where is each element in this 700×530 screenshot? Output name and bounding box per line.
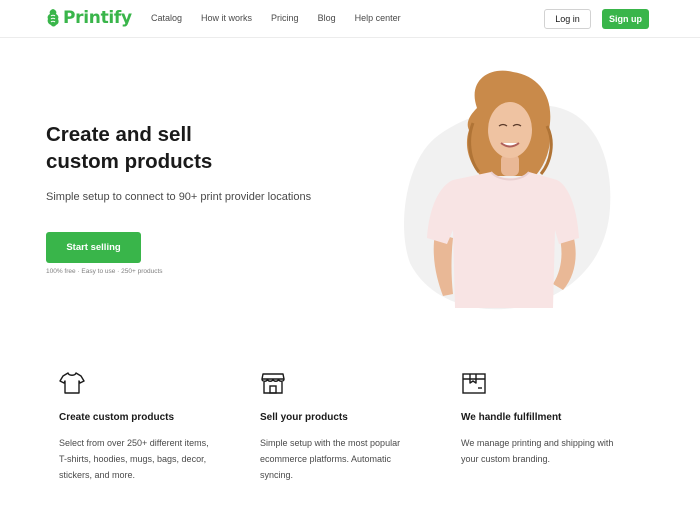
- login-button[interactable]: Log in: [544, 9, 591, 29]
- feature-description-line: syncing.: [260, 470, 294, 480]
- hero-note: 100% free · Easy to use · 250+ products: [46, 268, 163, 275]
- hero-model-image: [403, 70, 611, 310]
- nav-help-center[interactable]: Help center: [355, 13, 401, 23]
- nav-blog[interactable]: Blog: [318, 13, 336, 23]
- feature-title: We handle fulfillment: [461, 412, 562, 423]
- feature-description: Simple setup with the most popular ecomm…: [260, 435, 450, 483]
- hero-title: Create and sell custom products: [46, 121, 306, 175]
- feature-fulfillment: We handle fulfillment We manage printing…: [461, 370, 651, 467]
- feature-sell: Sell your products Simple setup with the…: [260, 370, 450, 483]
- start-selling-button[interactable]: Start selling: [46, 232, 141, 263]
- storefront-icon: [261, 373, 285, 394]
- feature-description-line: Simple setup with the most popular: [260, 438, 401, 448]
- nav-how-it-works[interactable]: How it works: [201, 13, 252, 23]
- top-header: Printify Catalog How it works Pricing Bl…: [0, 0, 700, 38]
- logo-text: Printify: [63, 8, 132, 28]
- feature-description-line: We manage printing and shipping with: [461, 438, 614, 448]
- signup-button[interactable]: Sign up: [602, 9, 649, 29]
- feature-description-line: stickers, and more.: [59, 470, 136, 480]
- feature-description-line: ecommerce platforms. Automatic: [260, 454, 392, 464]
- main-nav: Catalog How it works Pricing Blog Help c…: [151, 13, 420, 23]
- printify-logo-icon: [47, 9, 59, 27]
- hero-title-line: Create and sell: [46, 123, 192, 146]
- fulfillment-box-icon: [462, 373, 486, 394]
- t-shirt-icon: [59, 372, 85, 394]
- feature-description-line: T-shirts, hoodies, mugs, bags, decor,: [59, 454, 207, 464]
- feature-title: Sell your products: [260, 412, 348, 423]
- feature-create: Create custom products Select from over …: [59, 370, 249, 483]
- nav-catalog[interactable]: Catalog: [151, 13, 182, 23]
- feature-title: Create custom products: [59, 412, 175, 423]
- feature-description: Select from over 250+ different items, T…: [59, 435, 249, 483]
- printify-logo[interactable]: Printify: [46, 8, 132, 28]
- feature-description: We manage printing and shipping with you…: [461, 435, 651, 467]
- hero-subtitle: Simple setup to connect to 90+ print pro…: [46, 191, 312, 203]
- feature-description-line: Select from over 250+ different items,: [59, 438, 209, 448]
- hero-title-line: custom products: [46, 150, 213, 173]
- nav-pricing[interactable]: Pricing: [271, 13, 299, 23]
- feature-description-line: your custom branding.: [461, 454, 551, 464]
